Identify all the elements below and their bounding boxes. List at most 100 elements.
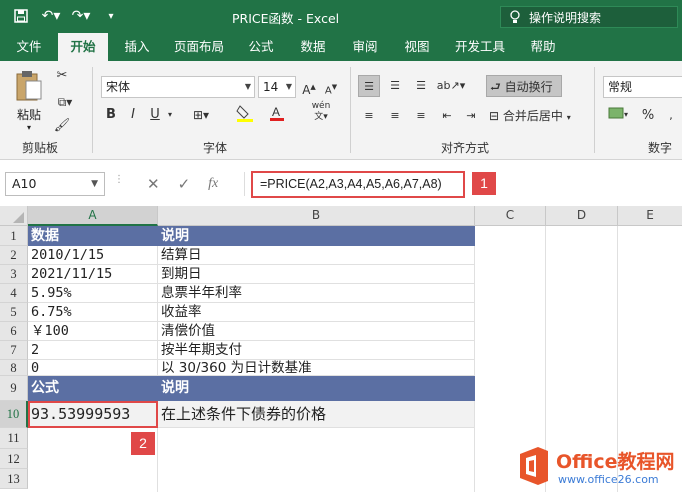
cell-a1[interactable]: 数据 [28, 226, 158, 246]
tab-insert[interactable]: 插入 [114, 33, 160, 61]
tab-file[interactable]: 文件 [6, 33, 52, 61]
font-name-select[interactable]: 宋体 ▼ [101, 76, 255, 98]
align-top-icon[interactable]: ☰ [358, 75, 380, 97]
formula-bar: A10 ▼ ⋮ ✕ ✓ fx =PRICE(A2,A3,A4,A5,A6,A7,… [0, 160, 682, 206]
copy-icon[interactable]: ⧉▾ [52, 91, 78, 113]
format-painter-icon[interactable]: 🖌 [52, 115, 72, 137]
separator [92, 67, 93, 153]
cell-a3[interactable]: 2021/11/15 [28, 265, 158, 284]
name-box[interactable]: A10 ▼ [5, 172, 105, 196]
svg-text:A: A [272, 105, 280, 119]
watermark-name: Office教程网 [556, 451, 675, 473]
font-size-value: 14 [263, 80, 279, 94]
cell-b8[interactable]: 以 30/360 为日计数基准 [158, 360, 475, 376]
tab-data[interactable]: 数据 [290, 33, 336, 61]
chevron-down-icon: ▼ [285, 82, 292, 91]
comma-style-icon[interactable]: , [660, 105, 682, 127]
name-box-value: A10 [12, 176, 37, 191]
cell-a7[interactable]: 2 [28, 341, 158, 360]
row-header[interactable]: 12 [0, 449, 28, 469]
underline-button[interactable]: U [147, 104, 163, 126]
wrap-text-label: 自动换行 [504, 80, 553, 94]
chevron-down-icon[interactable]: ▾ [165, 104, 175, 126]
bold-button[interactable]: B [103, 104, 119, 126]
orientation-icon[interactable]: ab↗▾ [436, 75, 466, 97]
column-header-d[interactable]: D [546, 206, 618, 226]
cancel-icon[interactable]: ✕ [147, 175, 160, 193]
tell-me-search[interactable]: 操作说明搜索 [500, 6, 678, 28]
align-right-icon[interactable]: ≡ [410, 105, 432, 127]
font-size-select[interactable]: 14 ▼ [258, 76, 296, 98]
cell-a5[interactable]: 6.75% [28, 303, 158, 322]
align-center-icon[interactable]: ≡ [384, 105, 406, 127]
row-header[interactable]: 9 [0, 376, 28, 401]
insert-function-icon[interactable]: fx [208, 176, 218, 192]
formula-input[interactable]: =PRICE(A2,A3,A4,A5,A6,A7,A8) [251, 171, 465, 198]
chevron-down-icon: ▾ [566, 113, 571, 122]
column-header-c[interactable]: C [475, 206, 546, 226]
tab-home[interactable]: 开始 [58, 33, 108, 61]
cell-a2[interactable]: 2010/1/15 [28, 246, 158, 265]
cell-b1[interactable]: 说明 [158, 226, 475, 246]
row-header[interactable]: 8 [0, 360, 28, 376]
tab-view[interactable]: 视图 [394, 33, 440, 61]
svg-text:▾: ▾ [624, 110, 628, 119]
merge-center-button[interactable]: ⊟ 合并后居中 ▾ [486, 105, 590, 127]
more-options-icon[interactable]: ⋮ [114, 174, 124, 185]
align-bottom-icon[interactable]: ☰ [410, 75, 432, 97]
row-header[interactable]: 1 [0, 226, 28, 246]
cell-a8[interactable]: 0 [28, 360, 158, 376]
align-middle-icon[interactable]: ☰ [384, 75, 406, 97]
row-header[interactable]: 7 [0, 341, 28, 360]
row-header[interactable]: 4 [0, 284, 28, 303]
font-color-icon[interactable]: A [264, 104, 292, 126]
row-header[interactable]: 2 [0, 246, 28, 265]
tab-review[interactable]: 审阅 [342, 33, 388, 61]
decrease-indent-icon[interactable]: ⇤ [436, 105, 458, 127]
wrap-text-button[interactable]: ⮐ 自动换行 [486, 75, 562, 97]
column-header-a[interactable]: A [28, 206, 158, 226]
cell-a6[interactable]: ￥100 [28, 322, 158, 341]
phonetic-icon[interactable]: wén 文▾ [308, 101, 334, 123]
tab-formulas[interactable]: 公式 [238, 33, 284, 61]
redo-icon[interactable]: ↷▾ [68, 5, 94, 27]
cell-a4[interactable]: 5.95% [28, 284, 158, 303]
tab-help[interactable]: 帮助 [520, 33, 566, 61]
customize-qat-icon[interactable]: ▾ [98, 5, 124, 27]
row-header[interactable]: 13 [0, 469, 28, 489]
column-header-e[interactable]: E [618, 206, 682, 226]
currency-icon[interactable]: ▾ [604, 105, 634, 127]
save-icon[interactable] [8, 5, 34, 27]
italic-button[interactable]: I [125, 104, 141, 126]
cell-b3[interactable]: 到期日 [158, 265, 475, 284]
cell-b10[interactable]: 在上述条件下债券的价格 [158, 401, 475, 428]
row-header[interactable]: 5 [0, 303, 28, 322]
select-all-corner[interactable] [0, 206, 28, 226]
number-format-select[interactable]: 常规 [603, 76, 682, 98]
tab-page-layout[interactable]: 页面布局 [166, 33, 232, 61]
borders-icon[interactable]: ⊞▾ [186, 104, 216, 126]
cell-b4[interactable]: 息票半年利率 [158, 284, 475, 303]
cell-b6[interactable]: 清偿价值 [158, 322, 475, 341]
align-left-icon[interactable]: ≡ [358, 105, 380, 127]
cell-a9[interactable]: 公式 [28, 376, 158, 401]
row-header[interactable]: 3 [0, 265, 28, 284]
confirm-icon[interactable]: ✓ [178, 175, 191, 193]
tab-developer[interactable]: 开发工具 [446, 33, 514, 61]
decrease-font-icon[interactable]: A▼ [322, 76, 340, 98]
column-header-b[interactable]: B [158, 206, 475, 226]
row-header[interactable]: 10 [0, 401, 28, 428]
cell-b5[interactable]: 收益率 [158, 303, 475, 322]
fill-color-icon[interactable] [232, 104, 260, 126]
cell-b7[interactable]: 按半年期支付 [158, 341, 475, 360]
increase-font-icon[interactable]: A▲ [300, 76, 318, 98]
undo-icon[interactable]: ↶▾ [38, 5, 64, 27]
row-header[interactable]: 11 [0, 428, 28, 449]
increase-indent-icon[interactable]: ⇥ [460, 105, 482, 127]
row-header[interactable]: 6 [0, 322, 28, 341]
percent-button[interactable]: % [640, 105, 656, 127]
paste-button[interactable]: 粘贴 ▾ [10, 67, 48, 133]
cut-icon[interactable]: ✂ [52, 65, 72, 87]
cell-b9[interactable]: 说明 [158, 376, 475, 401]
cell-b2[interactable]: 结算日 [158, 246, 475, 265]
